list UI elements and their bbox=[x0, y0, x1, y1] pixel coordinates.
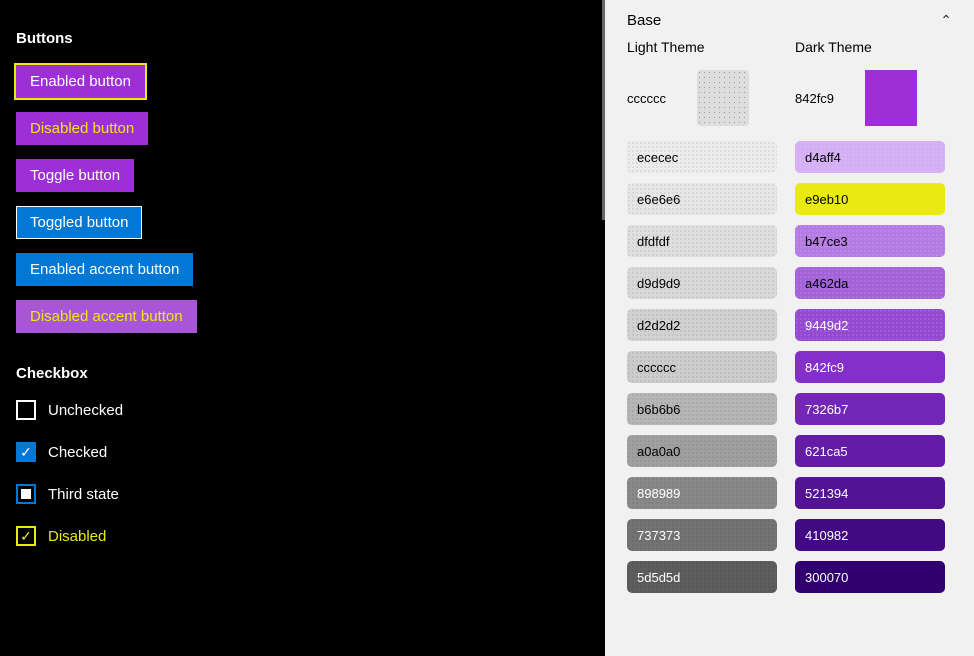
swatch-hex-label: d9d9d9 bbox=[637, 276, 680, 291]
disabled-button: Disabled button bbox=[16, 112, 148, 145]
color-swatch[interactable]: ececec bbox=[627, 141, 777, 173]
color-swatch[interactable]: 7326b7 bbox=[795, 393, 945, 425]
light-base-hex: cccccc bbox=[627, 91, 697, 106]
swatch-hex-label: cccccc bbox=[637, 360, 676, 375]
light-theme-title: Light Theme bbox=[627, 39, 777, 55]
color-swatch[interactable]: d2d2d2 bbox=[627, 309, 777, 341]
color-swatch[interactable]: 5d5d5d bbox=[627, 561, 777, 593]
checkbox-disabled-label: Disabled bbox=[48, 528, 106, 545]
color-swatch[interactable]: a462da bbox=[795, 267, 945, 299]
color-swatch[interactable]: 737373 bbox=[627, 519, 777, 551]
dark-base-swatch[interactable]: 842fc9 bbox=[795, 69, 945, 127]
color-swatch[interactable]: 9449d2 bbox=[795, 309, 945, 341]
controls-preview-panel: Buttons Enabled button Disabled button T… bbox=[0, 0, 605, 656]
buttons-heading: Buttons bbox=[16, 30, 589, 47]
color-swatch[interactable]: e6e6e6 bbox=[627, 183, 777, 215]
dark-base-hex: 842fc9 bbox=[795, 91, 865, 106]
swatch-hex-label: ececec bbox=[637, 150, 678, 165]
base-title: Base bbox=[627, 12, 661, 29]
color-swatch[interactable]: b6b6b6 bbox=[627, 393, 777, 425]
swatch-hex-label: b6b6b6 bbox=[637, 402, 680, 417]
checkbox-heading: Checkbox bbox=[16, 365, 589, 382]
color-swatch[interactable]: 898989 bbox=[627, 477, 777, 509]
swatch-hex-label: 7326b7 bbox=[805, 402, 848, 417]
swatch-hex-label: e6e6e6 bbox=[637, 192, 680, 207]
disabled-accent-button: Disabled accent button bbox=[16, 300, 197, 333]
checkbox-disabled-row: ✓ Disabled bbox=[16, 526, 589, 546]
checkbox-disabled-box: ✓ bbox=[16, 526, 36, 546]
checkbox-third-box[interactable] bbox=[16, 484, 36, 504]
swatch-hex-label: 5d5d5d bbox=[637, 570, 680, 585]
color-swatch[interactable]: d9d9d9 bbox=[627, 267, 777, 299]
swatch-hex-label: dfdfdf bbox=[637, 234, 670, 249]
check-icon: ✓ bbox=[20, 445, 32, 459]
enabled-button[interactable]: Enabled button bbox=[16, 65, 145, 98]
color-swatch[interactable]: 842fc9 bbox=[795, 351, 945, 383]
chevron-up-icon[interactable]: ⌃ bbox=[940, 12, 952, 29]
swatch-hex-label: a462da bbox=[805, 276, 848, 291]
color-swatch[interactable]: 300070 bbox=[795, 561, 945, 593]
toggled-button[interactable]: Toggled button bbox=[16, 206, 142, 239]
color-swatch[interactable]: 621ca5 bbox=[795, 435, 945, 467]
swatch-hex-label: 300070 bbox=[805, 570, 848, 585]
dark-theme-title: Dark Theme bbox=[795, 39, 945, 55]
swatch-hex-label: e9eb10 bbox=[805, 192, 848, 207]
color-swatch[interactable]: cccccc bbox=[627, 351, 777, 383]
checkbox-unchecked-row[interactable]: Unchecked bbox=[16, 400, 589, 420]
light-base-color-box bbox=[697, 70, 749, 126]
light-base-swatch[interactable]: cccccc bbox=[627, 69, 777, 127]
palette-panel: Base ⌃ Light Theme cccccc ececec e6e6e6 df… bbox=[605, 0, 974, 656]
swatch-hex-label: 521394 bbox=[805, 486, 848, 501]
swatch-hex-label: 410982 bbox=[805, 528, 848, 543]
light-theme-column: Light Theme cccccc ececec e6e6e6 dfdfdf d9d… bbox=[627, 39, 777, 603]
color-swatch[interactable]: dfdfdf bbox=[627, 225, 777, 257]
checkbox-third-row[interactable]: Third state bbox=[16, 484, 589, 504]
checkbox-checked-box[interactable]: ✓ bbox=[16, 442, 36, 462]
swatch-hex-label: a0a0a0 bbox=[637, 444, 680, 459]
dark-theme-column: Dark Theme 842fc9 d4aff4 e9eb10 b47ce3 a462… bbox=[795, 39, 945, 603]
color-swatch[interactable]: d4aff4 bbox=[795, 141, 945, 173]
check-icon: ✓ bbox=[20, 529, 32, 543]
checkbox-checked-row[interactable]: ✓ Checked bbox=[16, 442, 589, 462]
scrollbar[interactable] bbox=[602, 0, 605, 220]
swatch-hex-label: d4aff4 bbox=[805, 150, 841, 165]
checkbox-checked-label: Checked bbox=[48, 444, 107, 461]
checkbox-unchecked-box[interactable] bbox=[16, 400, 36, 420]
checkbox-third-label: Third state bbox=[48, 486, 119, 503]
swatch-hex-label: 621ca5 bbox=[805, 444, 848, 459]
swatch-hex-label: b47ce3 bbox=[805, 234, 848, 249]
swatch-hex-label: 9449d2 bbox=[805, 318, 848, 333]
base-section-header[interactable]: Base ⌃ bbox=[627, 12, 952, 29]
color-swatch[interactable]: 521394 bbox=[795, 477, 945, 509]
swatch-hex-label: d2d2d2 bbox=[637, 318, 680, 333]
enabled-accent-button[interactable]: Enabled accent button bbox=[16, 253, 193, 286]
dark-base-color-box bbox=[865, 70, 917, 126]
color-swatch[interactable]: e9eb10 bbox=[795, 183, 945, 215]
color-swatch[interactable]: a0a0a0 bbox=[627, 435, 777, 467]
swatch-hex-label: 842fc9 bbox=[805, 360, 844, 375]
color-swatch[interactable]: 410982 bbox=[795, 519, 945, 551]
checkbox-unchecked-label: Unchecked bbox=[48, 402, 123, 419]
swatch-hex-label: 898989 bbox=[637, 486, 680, 501]
toggle-button[interactable]: Toggle button bbox=[16, 159, 134, 192]
swatch-hex-label: 737373 bbox=[637, 528, 680, 543]
color-swatch[interactable]: b47ce3 bbox=[795, 225, 945, 257]
